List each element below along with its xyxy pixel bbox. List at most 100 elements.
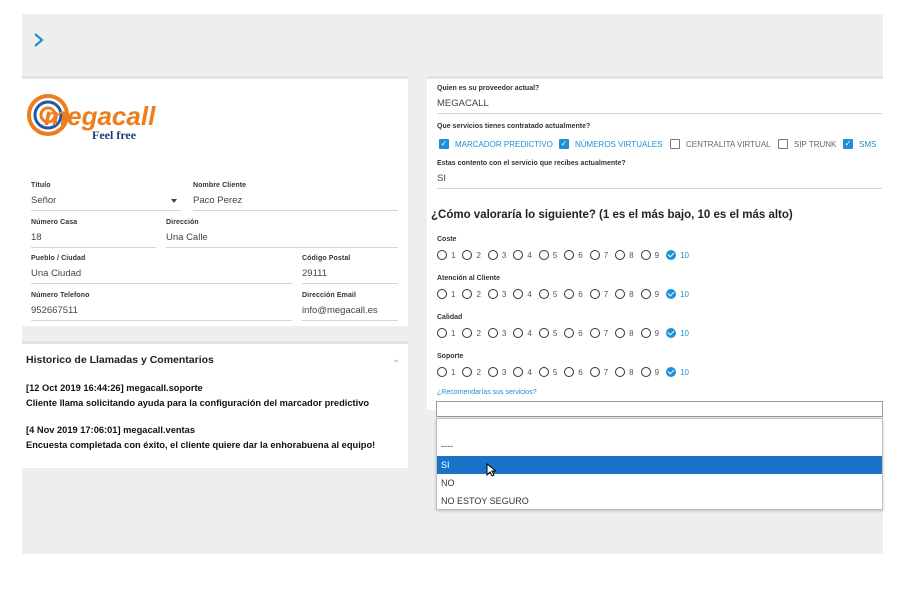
phone-input[interactable]: 952667511 [31, 305, 292, 321]
house-number-field[interactable]: Número Casa 18 [31, 219, 156, 248]
postal-code-field[interactable]: Código Postal 29111 [302, 255, 398, 284]
radio-empty-icon [462, 328, 473, 338]
rating-option-label: 3 [501, 328, 507, 338]
rating-option[interactable]: 6 [564, 289, 583, 299]
rating-option[interactable]: 9 [640, 367, 659, 377]
rating-option[interactable]: 6 [564, 367, 583, 377]
city-field[interactable]: Pueblo / Ciudad Una Ciudad [31, 255, 292, 284]
postal-code-input[interactable]: 29111 [302, 268, 398, 284]
rating-option-label: 10 [680, 328, 689, 338]
chevron-down-icon[interactable]: ⌄ [392, 354, 400, 365]
rating-option[interactable]: 8 [615, 289, 634, 299]
radio-empty-icon [462, 289, 473, 299]
recommend-label: ¿Recomendarías sus servicios? [437, 389, 537, 396]
rating-row-atencion: 1 2 3 4 5 6 7 8 9 10 [437, 289, 696, 299]
rating-option[interactable]: 3 [487, 250, 506, 260]
title-field[interactable]: Título Señor [31, 182, 181, 211]
rating-option[interactable]: 7 [589, 328, 608, 338]
phone-field[interactable]: Número Telefono 952667511 [31, 292, 292, 321]
provider-label: Quien es su proveedor actual? [437, 85, 540, 92]
recommend-dropdown[interactable]: ---- SI NO NO ESTOY SEGURO [436, 418, 883, 510]
service-checkbox-numeros[interactable]: ✓ NÚMEROS VIRTUALES [559, 139, 662, 149]
checkbox-checked-icon: ✓ [559, 139, 569, 149]
rating-option[interactable]: 5 [538, 367, 557, 377]
title-select[interactable]: Señor [31, 195, 181, 211]
rating-option-label: 8 [629, 250, 634, 260]
service-checkbox-marcador[interactable]: ✓ MARCADOR PREDICTIVO [439, 139, 553, 149]
rating-option[interactable]: 9 [640, 250, 659, 260]
rating-option[interactable]: 2 [462, 328, 481, 338]
recommend-select[interactable] [436, 401, 883, 417]
history-card: Historico de Llamadas y Comentarios ⌄ [1… [22, 341, 408, 468]
rating-option[interactable]: 9 [640, 328, 660, 338]
rating-option[interactable]: 4 [513, 250, 532, 260]
rating-option[interactable]: 7 [589, 289, 608, 299]
city-input[interactable]: Una Ciudad [31, 268, 292, 284]
rating-option[interactable]: 4 [513, 328, 532, 338]
option-si[interactable]: SI [437, 456, 882, 474]
rating-option[interactable]: 1 [437, 328, 455, 338]
rating-option[interactable]: 5 [538, 289, 557, 299]
service-checkbox-centralita[interactable]: CENTRALITA VIRTUAL [670, 139, 771, 149]
radio-empty-icon [615, 250, 626, 260]
rating-option[interactable]: 10 [666, 289, 689, 299]
address-field[interactable]: Dirección Una Calle [166, 219, 398, 248]
rating-option-label: 9 [654, 328, 660, 338]
radio-empty-icon [437, 367, 447, 377]
rating-option[interactable]: 7 [589, 250, 608, 260]
rating-option[interactable]: 4 [513, 367, 532, 377]
radio-empty-icon [487, 367, 498, 377]
rating-option[interactable]: 1 [437, 367, 455, 377]
service-checkbox-sms[interactable]: ✓ SMS [843, 139, 876, 149]
option-empty[interactable]: ---- [437, 437, 882, 455]
rating-option[interactable]: 7 [589, 367, 609, 377]
rating-row-calidad: 1 2 3 4 5 6 7 8 9 10 [437, 328, 696, 338]
rating-option-label: 2 [476, 289, 481, 299]
rating-option-label: 6 [578, 289, 583, 299]
chevron-right-icon[interactable] [32, 30, 46, 50]
rating-option[interactable]: 10 [666, 250, 689, 260]
rating-option[interactable]: 8 [615, 328, 634, 338]
radio-empty-icon [640, 289, 651, 299]
rating-option[interactable]: 3 [487, 289, 506, 299]
radio-empty-icon [564, 250, 575, 260]
rating-option[interactable]: 1 [437, 250, 455, 260]
rating-option[interactable]: 2 [462, 367, 481, 377]
rating-option[interactable]: 8 [615, 250, 634, 260]
radio-empty-icon [513, 250, 524, 260]
top-bar [22, 14, 883, 64]
email-field[interactable]: Dirección Email info@megacall.es [302, 292, 398, 321]
name-input[interactable]: Paco Perez [193, 195, 398, 211]
phone-label: Número Telefono [31, 292, 90, 299]
radio-empty-icon [513, 367, 524, 377]
house-number-input[interactable]: 18 [31, 232, 156, 248]
radio-empty-icon [640, 328, 651, 338]
rating-option[interactable]: 10 [666, 367, 689, 377]
rating-option[interactable]: 5 [538, 328, 557, 338]
radio-empty-icon [564, 289, 575, 299]
rating-option[interactable]: 3 [487, 328, 507, 338]
service-checkbox-sip[interactable]: SIP TRUNK [778, 139, 836, 149]
address-input[interactable]: Una Calle [166, 232, 398, 248]
rating-option[interactable]: 1 [437, 289, 455, 299]
provider-input[interactable]: MEGACALL [437, 98, 882, 114]
rating-option-label: 7 [603, 367, 609, 377]
rating-option[interactable]: 6 [564, 328, 583, 338]
rating-option[interactable]: 5 [538, 250, 557, 260]
rating-option[interactable]: 4 [513, 289, 532, 299]
rating-option[interactable]: 10 [666, 328, 689, 338]
rating-option[interactable]: 8 [615, 367, 634, 377]
rating-option-label: 4 [527, 289, 532, 299]
option-no-estoy-seguro[interactable]: NO ESTOY SEGURO [437, 492, 882, 510]
radio-empty-icon [437, 289, 447, 299]
rating-option[interactable]: 2 [462, 289, 481, 299]
rating-option[interactable]: 6 [564, 250, 583, 260]
rating-option[interactable]: 9 [640, 289, 659, 299]
radio-empty-icon [487, 250, 498, 260]
rating-option[interactable]: 2 [462, 250, 481, 260]
satisfied-input[interactable]: SI [437, 173, 882, 189]
email-input[interactable]: info@megacall.es [302, 305, 398, 321]
name-field[interactable]: Nombre Cliente Paco Perez [193, 182, 398, 211]
option-no[interactable]: NO [437, 474, 882, 492]
rating-option[interactable]: 3 [487, 367, 506, 377]
